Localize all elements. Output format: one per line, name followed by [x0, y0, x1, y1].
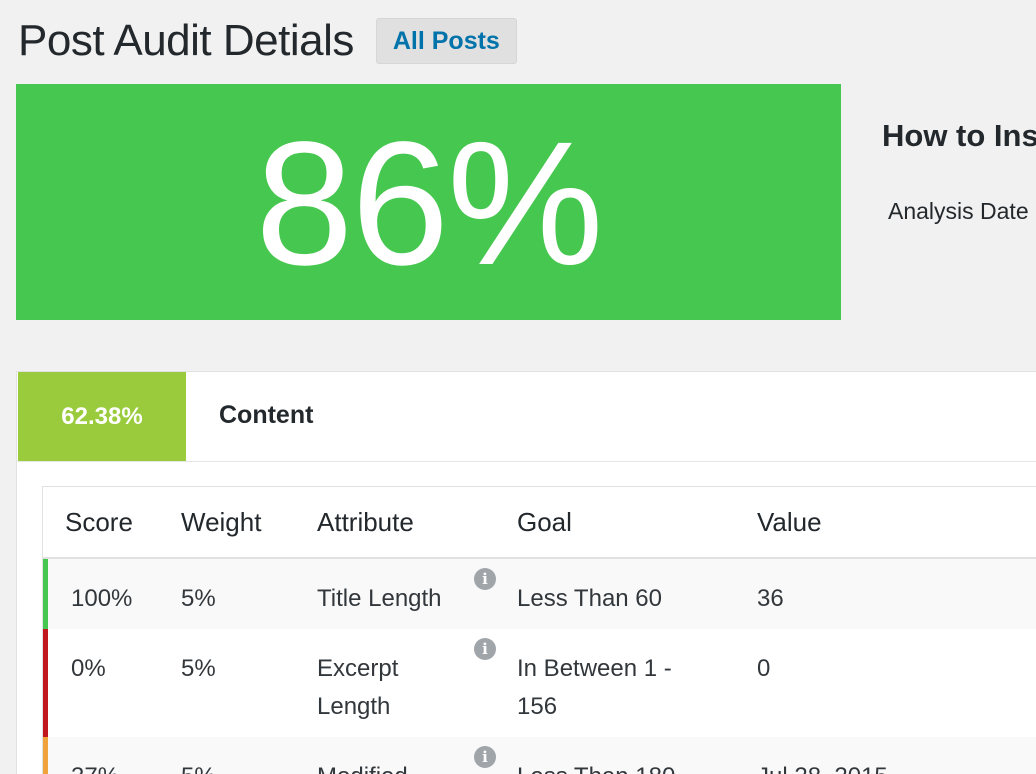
row-weight: 5% [181, 655, 216, 682]
all-posts-button[interactable]: All Posts [375, 18, 517, 64]
table-row: 100% 5% Title Length i Less Than 60 36 [43, 559, 1036, 629]
post-title: How to Ins [882, 118, 1036, 153]
section-score-badge: 62.38% [18, 372, 186, 461]
header-value: Value [757, 507, 822, 537]
row-weight: 5% [181, 585, 216, 612]
table-row: 0% 5% Excerpt Length i In Between 1 - 15… [43, 629, 1036, 737]
row-attribute: Title Length [317, 585, 442, 612]
status-marker [43, 559, 48, 629]
title-row: Post Audit Detials All Posts [18, 14, 517, 68]
row-goal: Less Than 180 [517, 758, 707, 774]
row-goal: Less Than 60 [517, 585, 662, 612]
row-value: 0 [757, 655, 771, 682]
content-section-panel: 62.38% Content Score Weight Attribute Go… [16, 371, 1036, 774]
section-title: Content [219, 401, 314, 429]
info-icon[interactable]: i [474, 568, 496, 590]
row-score: 37% [71, 758, 119, 774]
page-title: Post Audit Detials [18, 16, 354, 65]
header-score: Score [65, 507, 133, 537]
table-row: 37% 5% Modified i Less Than 180 Jul 28, … [43, 737, 1036, 774]
row-attribute: Excerpt Length [317, 655, 399, 720]
header-goal: Goal [517, 507, 572, 537]
row-weight: 5% [181, 758, 216, 774]
row-goal: In Between 1 - 156 [517, 655, 672, 720]
info-icon[interactable]: i [474, 746, 496, 768]
info-icon[interactable]: i [474, 638, 496, 660]
table-header: Score Weight Attribute Goal Value [43, 487, 1036, 559]
post-audit-page: Post Audit Detials All Posts 86% How to … [0, 0, 1036, 774]
header-weight: Weight [181, 507, 262, 537]
row-attribute: Modified [317, 758, 487, 774]
status-marker [43, 737, 48, 774]
row-value: 36 [757, 585, 784, 612]
status-marker [43, 629, 48, 737]
row-value: Jul 28, 2015 [757, 758, 977, 774]
overall-score-value: 86% [255, 106, 603, 302]
row-score: 0% [71, 655, 106, 682]
header-attribute: Attribute [317, 507, 414, 537]
row-score: 100% [71, 585, 133, 612]
audit-table: Score Weight Attribute Goal Value 100% 5… [42, 486, 1036, 774]
analysis-date-label: Analysis Date [888, 198, 1029, 224]
overall-score-box: 86% [16, 84, 841, 320]
section-header: 62.38% Content [17, 372, 1036, 462]
